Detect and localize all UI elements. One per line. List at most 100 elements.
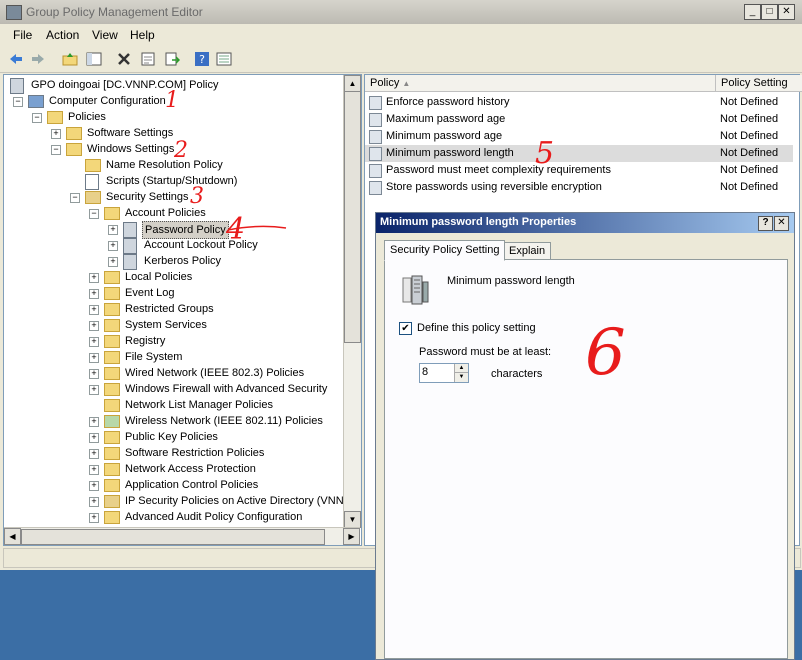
tree-item-label[interactable]: Public Key Policies	[123, 429, 220, 445]
expand-icon[interactable]: +	[89, 465, 99, 475]
expand-icon[interactable]: +	[89, 433, 99, 443]
tree-item[interactable]: Name Resolution Policy	[4, 157, 342, 173]
tree-item[interactable]: + Software Restriction Policies	[4, 445, 342, 461]
expand-icon[interactable]: +	[89, 513, 99, 523]
forward-arrow-icon[interactable]	[30, 51, 46, 67]
tree-item[interactable]: + Kerberos Policy	[4, 253, 342, 270]
tree-item[interactable]: + Advanced Audit Policy Configuration	[4, 509, 342, 525]
expand-icon[interactable]: +	[89, 337, 99, 347]
list-item[interactable]: Enforce password history Not Defined	[365, 94, 793, 111]
expand-icon[interactable]: +	[89, 289, 99, 299]
tree-item-label[interactable]: Advanced Audit Policy Configuration	[123, 509, 304, 525]
tree-item-label[interactable]: Software Settings	[85, 125, 175, 141]
tree-item[interactable]: Scripts (Startup/Shutdown)	[4, 173, 342, 190]
menu-help[interactable]: Help	[130, 28, 155, 42]
expand-icon[interactable]: +	[108, 257, 118, 267]
tree-item-label[interactable]: IP Security Policies on Active Directory…	[123, 493, 353, 509]
tree-item-label[interactable]: Local Policies	[123, 269, 194, 285]
tree-item-label[interactable]: System Services	[123, 317, 209, 333]
tree-item[interactable]: + Software Settings	[4, 125, 342, 141]
menu-action[interactable]: Action	[46, 28, 79, 42]
tree-item-label[interactable]: Computer Configuration	[47, 93, 168, 109]
tree-item[interactable]: + Restricted Groups	[4, 301, 342, 317]
dialog-close-button[interactable]: ✕	[774, 216, 789, 231]
tree-item[interactable]: + Public Key Policies	[4, 429, 342, 445]
minimize-button[interactable]: _	[744, 4, 761, 20]
tab-security-policy-setting[interactable]: Security Policy Setting	[384, 240, 506, 261]
tree-vertical-scrollbar[interactable]: ▲ ▼	[343, 75, 361, 528]
back-arrow-icon[interactable]	[8, 51, 24, 67]
tree-item-label[interactable]: GPO doingoai [DC.VNNP.COM] Policy	[29, 77, 220, 93]
scroll-right-button[interactable]: ▶	[343, 528, 360, 545]
expand-icon[interactable]: +	[108, 241, 118, 251]
column-header-setting[interactable]: Policy Setting	[715, 75, 802, 92]
tab-explain[interactable]: Explain	[503, 242, 552, 259]
expand-icon[interactable]: +	[89, 481, 99, 491]
tree-horizontal-scrollbar[interactable]: ◀ ▶	[4, 527, 360, 545]
hscroll-thumb[interactable]	[21, 529, 325, 545]
tree-item-label[interactable]: Scripts (Startup/Shutdown)	[104, 173, 239, 189]
tree-item[interactable]: + Wireless Network (IEEE 802.11) Policies	[4, 413, 342, 429]
export-list-icon[interactable]	[164, 51, 180, 67]
list-item[interactable]: Maximum password age Not Defined	[365, 111, 793, 128]
properties-icon[interactable]	[140, 51, 156, 67]
tree-item[interactable]: − Windows Settings	[4, 141, 342, 157]
tree-item-label[interactable]: Kerberos Policy	[142, 253, 223, 269]
list-item[interactable]: Password must meet complexity requiremen…	[365, 162, 793, 179]
password-length-stepper[interactable]: 8 ▲ ▼	[419, 363, 469, 383]
expand-icon[interactable]: +	[89, 305, 99, 315]
list-item[interactable]: Store passwords using reversible encrypt…	[365, 179, 793, 196]
tree-item[interactable]: + Account Lockout Policy	[4, 237, 342, 254]
column-header-policy[interactable]: Policy ▲	[365, 75, 719, 92]
define-policy-checkbox[interactable]: ✔	[399, 322, 412, 335]
tree-item-label[interactable]: Network Access Protection	[123, 461, 258, 477]
dialog-help-button[interactable]: ?	[758, 216, 773, 231]
help-icon[interactable]: ?	[194, 51, 210, 67]
expand-icon[interactable]: +	[108, 225, 118, 235]
tree-item[interactable]: + Network Access Protection	[4, 461, 342, 477]
collapse-icon[interactable]: −	[13, 97, 23, 107]
scroll-left-button[interactable]: ◀	[4, 528, 21, 545]
collapse-icon[interactable]: −	[32, 113, 42, 123]
tree-item[interactable]: + Registry	[4, 333, 342, 349]
tree-item-label[interactable]: Wired Network (IEEE 802.3) Policies	[123, 365, 306, 381]
expand-icon[interactable]: +	[89, 497, 99, 507]
tree-item[interactable]: + Application Control Policies	[4, 477, 342, 493]
scroll-down-button[interactable]: ▼	[344, 511, 361, 528]
tree-item-label[interactable]: Registry	[123, 333, 167, 349]
tree-item-label[interactable]: Windows Firewall with Advanced Security	[123, 381, 329, 397]
collapse-icon[interactable]: −	[89, 209, 99, 219]
tree-item[interactable]: + Password Policy	[4, 221, 342, 239]
tree-item-label[interactable]: File System	[123, 349, 184, 365]
expand-icon[interactable]: +	[89, 353, 99, 363]
tree-item-label[interactable]: Wireless Network (IEEE 802.11) Policies	[123, 413, 325, 429]
tree-item-label[interactable]: Windows Settings	[85, 141, 176, 157]
tree-item-label[interactable]: Event Log	[123, 285, 177, 301]
tree-item[interactable]: + Local Policies	[4, 269, 342, 285]
scroll-up-button[interactable]: ▲	[344, 75, 361, 92]
list-item[interactable]: Minimum password length Not Defined	[365, 145, 793, 162]
tree-item[interactable]: + File System	[4, 349, 342, 365]
delete-icon[interactable]	[116, 51, 132, 67]
collapse-icon[interactable]: −	[70, 193, 80, 203]
password-length-value[interactable]: 8	[422, 366, 428, 378]
tree-item[interactable]: + Event Log	[4, 285, 342, 301]
menu-file[interactable]: File	[13, 28, 32, 42]
tree-item[interactable]: − Account Policies	[4, 205, 342, 221]
tree-item-label[interactable]: Security Settings	[104, 189, 191, 205]
tree-item-label[interactable]: Restricted Groups	[123, 301, 216, 317]
expand-icon[interactable]: +	[89, 385, 99, 395]
stepper-down-button[interactable]: ▼	[454, 373, 468, 382]
tree-item[interactable]: + IP Security Policies on Active Director…	[4, 493, 351, 509]
maximize-button[interactable]: □	[761, 4, 778, 20]
expand-icon[interactable]: +	[89, 449, 99, 459]
tree-item[interactable]: + Windows Firewall with Advanced Security	[4, 381, 342, 397]
tree-item[interactable]: Network List Manager Policies	[4, 397, 342, 413]
tree-item-label[interactable]: Network List Manager Policies	[123, 397, 275, 413]
tree-item-label[interactable]: Policies	[66, 109, 108, 125]
up-folder-icon[interactable]	[62, 51, 78, 67]
close-button[interactable]: ✕	[778, 4, 795, 20]
tree-item[interactable]: − Security Settings	[4, 189, 342, 205]
tree-item-label[interactable]: Software Restriction Policies	[123, 445, 266, 461]
expand-icon[interactable]: +	[89, 369, 99, 379]
